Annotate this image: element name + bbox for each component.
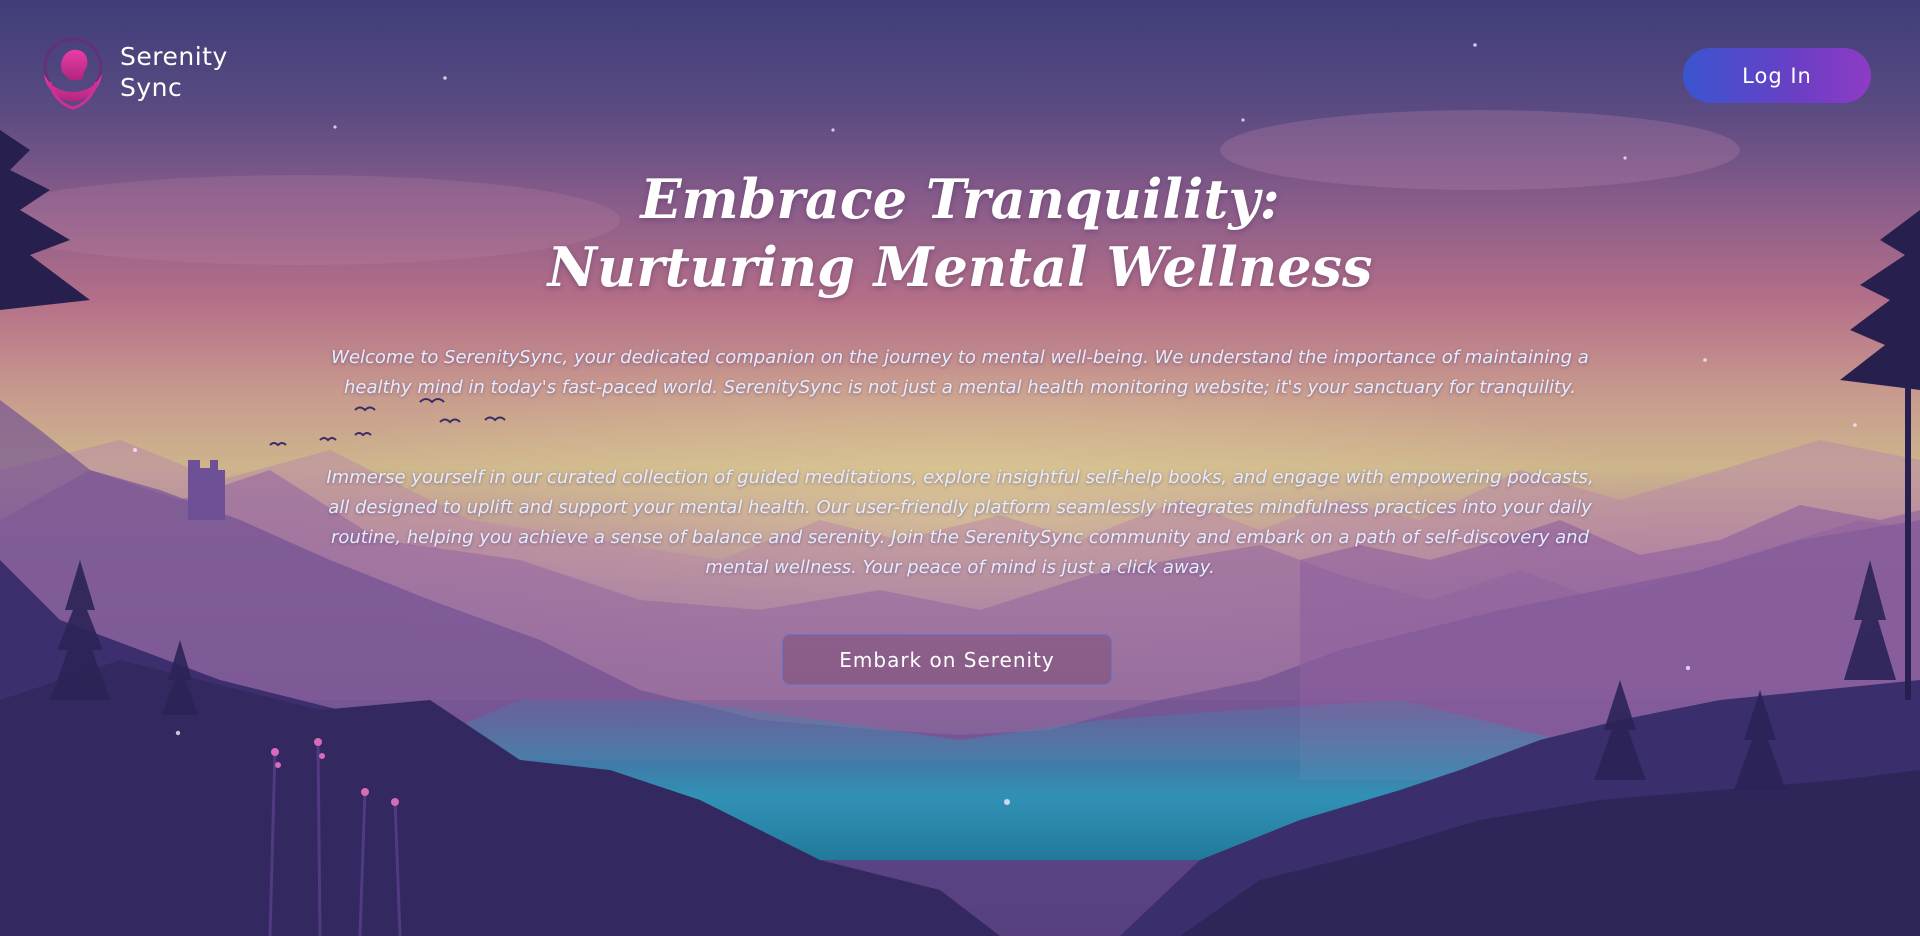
embark-button[interactable]: Embark on Serenity xyxy=(782,634,1112,685)
landing-page: Serenity Sync Log In Embrace Tranquility… xyxy=(0,0,1920,936)
hero-title-line-2: Nurturing Mental Wellness xyxy=(547,235,1373,299)
head-in-hands-logo-icon xyxy=(43,37,103,110)
login-button[interactable]: Log In xyxy=(1683,48,1871,103)
brand-line-1: Serenity xyxy=(120,42,228,71)
features-paragraph: Immerse yourself in our curated collecti… xyxy=(326,467,1594,578)
hero-title: Embrace Tranquility: Nurturing Mental We… xyxy=(460,165,1460,301)
brand-name: Serenity Sync xyxy=(120,41,240,103)
brand-line-2: Sync xyxy=(120,73,183,102)
hero-title-line-1: Embrace Tranquility: xyxy=(640,167,1280,231)
intro-paragraph: Welcome to SerenitySync, your dedicated … xyxy=(331,347,1589,398)
brand-logo[interactable]: Serenity Sync xyxy=(38,34,240,110)
